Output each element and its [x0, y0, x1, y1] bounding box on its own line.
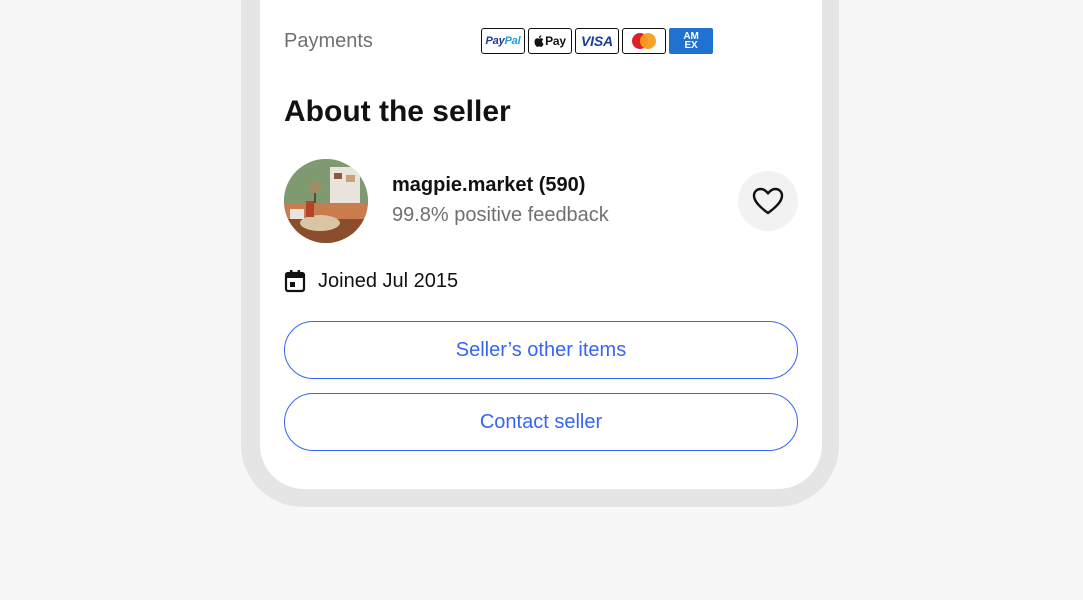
seller-avatar[interactable] [284, 159, 368, 243]
payments-label: Payments [284, 30, 373, 52]
heart-icon [752, 187, 784, 215]
joined-row: Joined Jul 2015 [284, 269, 458, 293]
apple-pay-icon: Pay [528, 28, 572, 54]
joined-date: Joined Jul 2015 [318, 269, 459, 292]
seller-other-items-button[interactable]: Seller’s other items [284, 321, 798, 379]
save-seller-button[interactable] [738, 171, 798, 231]
mastercard-icon [622, 28, 666, 54]
contact-seller-button[interactable]: Contact seller [284, 393, 798, 451]
calendar-icon [284, 270, 306, 293]
visa-icon: VISA [575, 28, 619, 54]
amex-icon: AM EX [669, 28, 713, 54]
paypal-icon: Pay Pal [481, 28, 525, 54]
seller-name[interactable]: magpie.market (590) [392, 174, 585, 197]
payment-methods: Pay Pal Pay VISA AM EX [481, 28, 713, 54]
section-title: About the seller [284, 95, 511, 128]
seller-feedback: 99.8% positive feedback [392, 204, 609, 226]
